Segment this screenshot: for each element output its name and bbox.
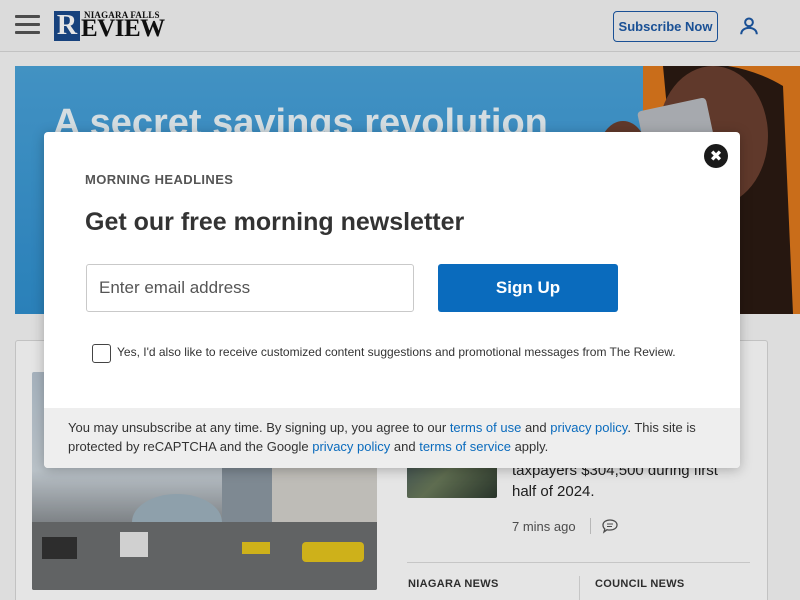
- consent-checkbox[interactable]: [92, 344, 111, 363]
- modal-headline: Get our free morning newsletter: [85, 208, 465, 236]
- email-input[interactable]: [86, 264, 414, 312]
- terms-of-use-link[interactable]: terms of use: [450, 420, 522, 435]
- legal-text-5: apply.: [510, 439, 549, 454]
- modal-kicker: MORNING HEADLINES: [85, 172, 234, 187]
- google-privacy-policy-link[interactable]: privacy policy: [312, 439, 390, 454]
- consent-label: Yes, I'd also like to receive customized…: [117, 345, 676, 359]
- google-terms-of-service-link[interactable]: terms of service: [419, 439, 511, 454]
- legal-text-1: You may unsubscribe at any time. By sign…: [68, 420, 450, 435]
- legal-text-2: and: [521, 420, 551, 435]
- newsletter-modal: ✖ MORNING HEADLINES Get our free morning…: [44, 132, 740, 468]
- privacy-policy-link[interactable]: privacy policy: [550, 420, 627, 435]
- sign-up-button[interactable]: Sign Up: [438, 264, 618, 312]
- modal-legal-footer: You may unsubscribe at any time. By sign…: [44, 408, 740, 468]
- legal-text-4: and: [390, 439, 420, 454]
- close-icon[interactable]: ✖: [704, 144, 728, 168]
